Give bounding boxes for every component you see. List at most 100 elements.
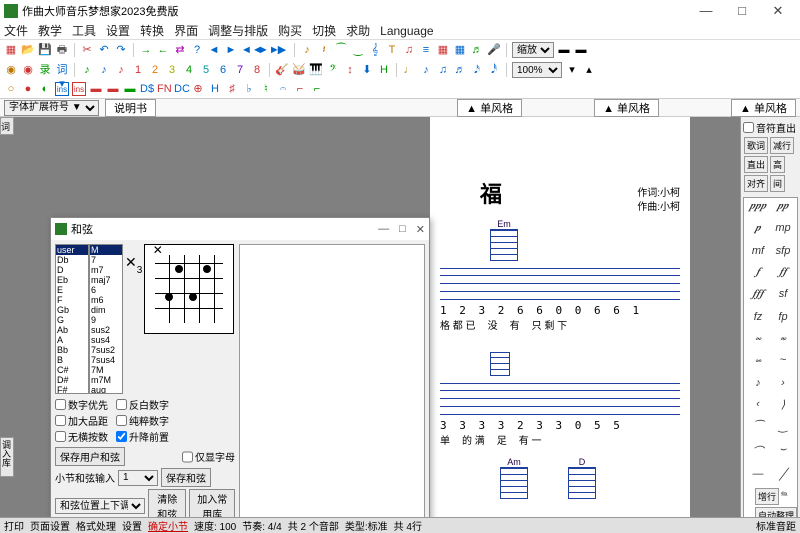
staff-icon[interactable]: ≡ [419, 43, 433, 57]
piano-icon[interactable]: 🎹 [309, 63, 323, 77]
tool-b-icon[interactable]: ◉ [21, 63, 35, 77]
dyn1-icon[interactable]: ♩ [402, 63, 416, 77]
inverse-num-check[interactable]: 反白数字 [116, 397, 169, 412]
r3q-icon[interactable]: 𝄐 [276, 82, 290, 96]
status-bar-confirm[interactable]: 确定小节 [148, 518, 188, 533]
menu-switch[interactable]: 切换 [312, 22, 336, 39]
r3o-icon[interactable]: ♭ [242, 82, 256, 96]
sym-sfp[interactable]: sfp [771, 245, 795, 265]
r3s-icon[interactable]: ⌐ [310, 82, 324, 96]
sym-slur2[interactable]: ‿ [771, 420, 795, 441]
style-tab-2[interactable]: ▲ 单风格 [594, 99, 659, 117]
dyn2-icon[interactable]: ♪ [419, 63, 433, 77]
status-pitch[interactable]: 标准音距 [756, 518, 796, 533]
style-tab-3[interactable]: ▲ 单风格 [731, 99, 796, 117]
undo-icon[interactable]: ↶ [97, 43, 111, 57]
dyn3-icon[interactable]: ♫ [436, 63, 450, 77]
new-icon[interactable]: ▦ [4, 43, 18, 57]
tool-e-icon[interactable]: ♪ [80, 63, 94, 77]
sym-pp[interactable]: 𝆏𝆏 [771, 200, 795, 221]
menu-ui[interactable]: 界面 [174, 22, 198, 39]
tool-a-icon[interactable]: ◉ [4, 63, 18, 77]
zoomout-icon[interactable]: ▾ [565, 63, 579, 77]
bar1-icon[interactable]: ▬ [557, 43, 571, 57]
sym-slur1[interactable]: ⁀ [746, 420, 770, 441]
r3a-icon[interactable]: ○ [4, 82, 18, 96]
direct-btn[interactable]: 直出 [744, 156, 768, 173]
letter-only-check[interactable]: 仅显字母 [182, 449, 235, 465]
reduce-row-btn[interactable]: 减行 [770, 137, 794, 154]
menu-language[interactable]: Language [380, 24, 433, 38]
tie-icon[interactable]: ⁀ [334, 43, 348, 57]
num-priority-check[interactable]: 数字优先 [55, 397, 108, 412]
pos-adjust-select[interactable]: 和弦位置上下调整 [55, 498, 145, 514]
r3l-icon[interactable]: ⊕ [191, 82, 205, 96]
r3d-icon[interactable]: ins [55, 82, 69, 96]
high-btn[interactable]: 高 [770, 156, 785, 173]
tab-staff-2[interactable] [440, 383, 680, 415]
sym-wave[interactable]: ~ [771, 354, 795, 375]
sym-trill[interactable]: 𝆗 [746, 332, 770, 353]
minor-input-select[interactable]: 1 [118, 470, 158, 486]
sym-tie1[interactable]: ⌒ [746, 443, 770, 467]
search-icon[interactable]: ? [190, 43, 204, 57]
note2-icon[interactable]: ♫ [402, 43, 416, 57]
sym-fz[interactable]: fz [746, 311, 770, 331]
next-icon[interactable]: ►► [258, 43, 272, 57]
play-icon[interactable]: ▶ [275, 43, 289, 57]
chord-type-list[interactable]: M 7m7maj7 6m6dim 9sus2sus4 7sus27sus47M … [89, 244, 123, 394]
r3r-icon[interactable]: ⌐ [293, 82, 307, 96]
sym-sf[interactable]: sf [771, 288, 795, 309]
zoomin-icon[interactable]: ▴ [582, 63, 596, 77]
r3n-icon[interactable]: ♯ [225, 82, 239, 96]
maximize-button[interactable]: □ [724, 3, 760, 19]
back-icon[interactable]: ← [156, 43, 170, 57]
blank-fret-check[interactable]: 无横按数 [55, 429, 108, 444]
zoom-type-select[interactable]: 缩放 [512, 42, 554, 58]
mic-icon[interactable]: 🎤 [487, 43, 501, 57]
save-icon[interactable]: 💾 [38, 43, 52, 57]
tool-c-icon[interactable]: 录 [38, 63, 52, 77]
r3m-icon[interactable]: H [208, 82, 222, 96]
grid-icon[interactable]: ▦ [436, 43, 450, 57]
r3k-icon[interactable]: DC [174, 82, 188, 96]
left-strip-2[interactable]: 调入库 [0, 437, 14, 477]
left-icon[interactable]: ◄ [207, 43, 221, 57]
num6-icon[interactable]: 6 [216, 63, 230, 77]
save-user-chord-button[interactable]: 保存用户和弦 [55, 447, 125, 466]
status-page[interactable]: 页面设置 [30, 518, 70, 533]
sym-mf[interactable]: mf [746, 245, 770, 265]
r3b-icon[interactable]: ● [21, 82, 35, 96]
r3f-icon[interactable]: ▬ [89, 82, 103, 96]
num2-icon[interactable]: 2 [148, 63, 162, 77]
sym-fff[interactable]: 𝆑𝆑𝆑 [746, 288, 770, 309]
sym-dim[interactable]: ⟩ [771, 398, 795, 419]
sym-p[interactable]: 𝆏 [746, 222, 770, 243]
sym-grace[interactable]: ♪ [746, 377, 770, 397]
num1-icon[interactable]: 1 [131, 63, 145, 77]
r3j-icon[interactable]: FN [157, 82, 171, 96]
print-icon[interactable]: 🖶 [55, 43, 69, 57]
align-btn[interactable]: 对齐 [744, 175, 768, 192]
tool-g-icon[interactable]: ♪ [114, 63, 128, 77]
increase-row-btn[interactable]: 增行 [755, 488, 779, 505]
minimize-button[interactable]: — [688, 3, 724, 19]
chord-icon[interactable]: ▦ [453, 43, 467, 57]
sym-cresc[interactable]: ‹ [746, 398, 770, 419]
menu-layout[interactable]: 调整与排版 [208, 22, 268, 39]
arrow-check[interactable]: 升降前置 [116, 429, 169, 444]
r3h-icon[interactable]: ▬ [123, 82, 137, 96]
num4-icon[interactable]: 4 [182, 63, 196, 77]
r3c-icon[interactable]: ◐ [38, 82, 52, 96]
bar2-icon[interactable]: ▬ [574, 43, 588, 57]
style-tab-1[interactable]: ▲ 单风格 [457, 99, 522, 117]
lyric-btn[interactable]: 歌词 [744, 137, 768, 154]
right-icon[interactable]: ► [224, 43, 238, 57]
num5-icon[interactable]: 5 [199, 63, 213, 77]
left-strip-1[interactable]: 词 [0, 117, 14, 135]
status-print[interactable]: 打印 [4, 518, 24, 533]
strum-icon[interactable]: ↕ [343, 63, 357, 77]
drum-icon[interactable]: 🥁 [292, 63, 306, 77]
slur-icon[interactable]: ‿ [351, 43, 365, 57]
dyn5-icon[interactable]: 𝅘𝅥𝅯 [470, 63, 484, 77]
